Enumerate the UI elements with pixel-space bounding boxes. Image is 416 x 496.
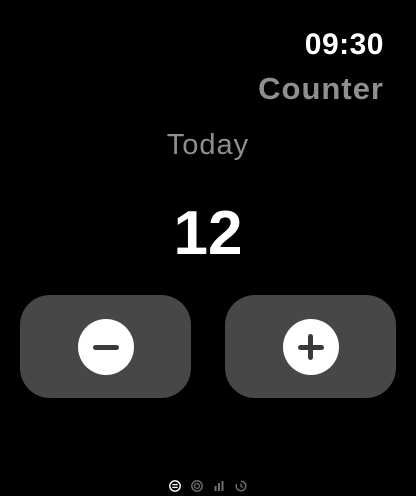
increment-button[interactable]	[225, 295, 396, 398]
counter-page-icon[interactable]	[168, 479, 182, 493]
plus-icon	[282, 318, 339, 375]
minus-icon	[77, 318, 134, 375]
period-label: Today	[166, 129, 250, 161]
count-value: 12	[173, 199, 243, 268]
page-indicator	[0, 479, 416, 493]
target-page-icon[interactable]	[190, 479, 204, 493]
app-title: Counter	[258, 71, 384, 106]
stats-page-icon[interactable]	[212, 479, 226, 493]
watch-screen: 09:30 Counter Today 12	[0, 0, 416, 496]
history-page-icon[interactable]	[234, 479, 248, 493]
status-time: 09:30	[304, 28, 384, 61]
decrement-button[interactable]	[20, 295, 191, 398]
